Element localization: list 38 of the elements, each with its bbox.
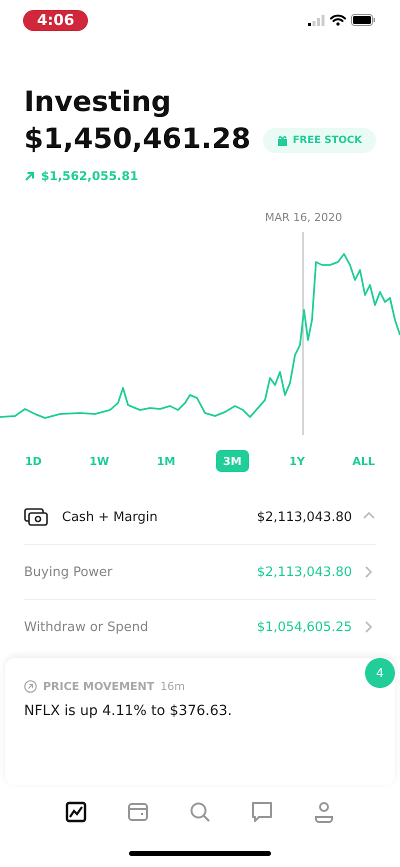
cash-margin-row[interactable]: Cash + Margin $2,113,043.80 bbox=[24, 490, 376, 545]
messages-tab[interactable] bbox=[249, 799, 275, 825]
cash-icon bbox=[24, 508, 48, 526]
notification-time: 16m bbox=[160, 680, 185, 693]
battery-icon bbox=[351, 14, 376, 26]
gain-amount: $1,562,055.81 bbox=[41, 169, 138, 183]
search-icon bbox=[188, 800, 212, 824]
account-row[interactable]: Buying Power $2,113,043.80 bbox=[24, 545, 376, 600]
row-label: Buying Power bbox=[24, 564, 114, 580]
account-row[interactable]: Withdraw or Spend $1,054,605.25 bbox=[24, 600, 376, 654]
chart-tab[interactable] bbox=[63, 799, 89, 825]
free-stock-button[interactable]: FREE STOCK bbox=[262, 128, 376, 153]
wifi-icon bbox=[330, 14, 346, 26]
arrow-up-right-icon bbox=[24, 170, 35, 182]
row-value: $2,113,043.80 bbox=[256, 510, 352, 524]
range-tab[interactable]: 1Y bbox=[282, 450, 312, 472]
person-icon bbox=[312, 800, 336, 824]
range-tab[interactable]: 1W bbox=[82, 450, 116, 472]
row-value: $1,054,605.25 bbox=[256, 620, 352, 634]
range-tab[interactable]: 1D bbox=[18, 450, 49, 472]
row-label: Withdraw or Spend bbox=[24, 620, 150, 634]
signal-icon bbox=[308, 14, 325, 26]
range-tab[interactable]: 1M bbox=[150, 450, 182, 472]
row-label: Cash + Margin bbox=[62, 510, 159, 524]
page-title: Investing bbox=[24, 85, 172, 119]
notification-category: PRICE MOVEMENT bbox=[43, 680, 154, 693]
notification-message: NFLX is up 4.11% to $376.63. bbox=[24, 703, 233, 719]
chart-icon bbox=[64, 800, 88, 824]
wallet-icon bbox=[126, 800, 150, 824]
chat-bubble-icon bbox=[250, 800, 274, 824]
status-time: 4:06 bbox=[23, 10, 88, 30]
portfolio-balance: $1,450,461.28 bbox=[24, 121, 251, 157]
range-tab[interactable]: ALL bbox=[345, 450, 382, 472]
range-tab[interactable]: 3M bbox=[216, 450, 249, 472]
chart-date-label: MAR 16, 2020 bbox=[265, 211, 342, 224]
row-value: $2,113,043.80 bbox=[256, 564, 352, 580]
arrow-circle-icon bbox=[24, 680, 37, 693]
gift-icon bbox=[276, 135, 288, 146]
